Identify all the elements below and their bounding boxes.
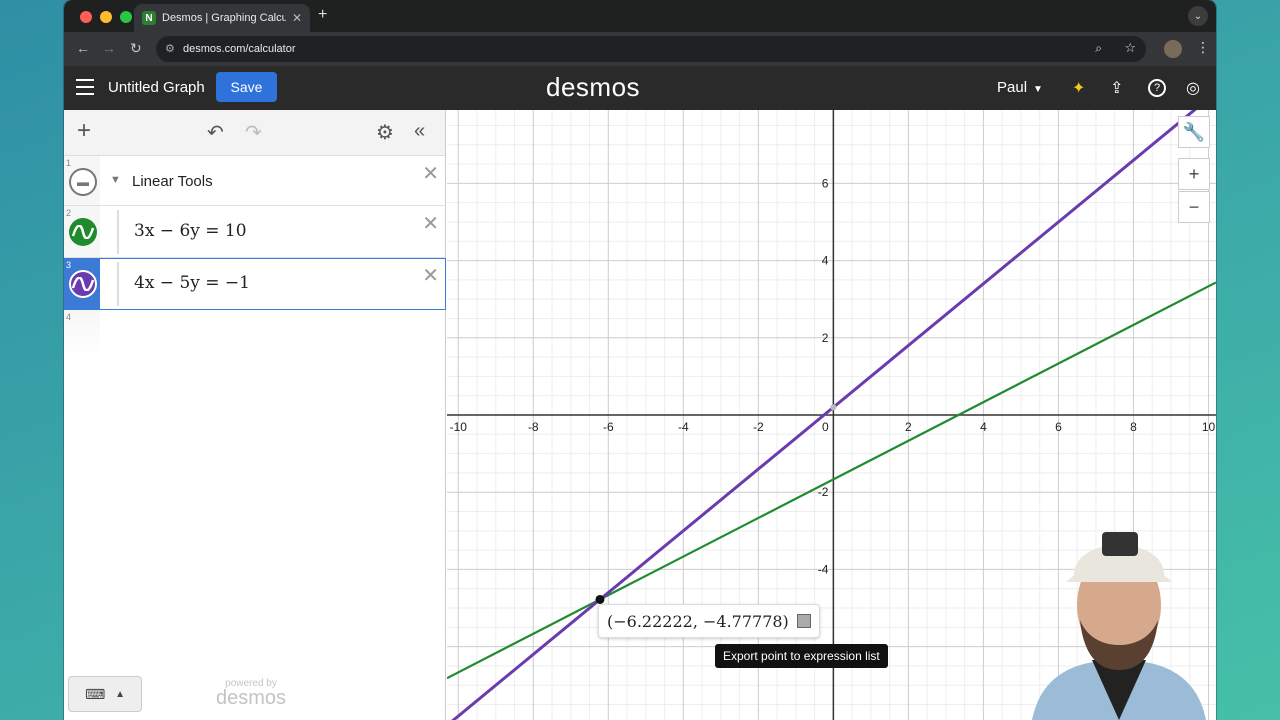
hamburger-menu-icon[interactable]	[76, 79, 94, 95]
expression-toolbar: + ↶ ↷ ⚙ «	[64, 110, 445, 156]
profile-avatar[interactable]	[1164, 40, 1182, 58]
globe-icon[interactable]: ◎	[1186, 78, 1200, 98]
point-coordinate-label[interactable]: (−6.22222, −4.77778)	[598, 604, 820, 638]
y-tick-label: 2	[822, 331, 829, 345]
x-tick-label: 0	[822, 420, 829, 434]
caret-up-icon: ▲	[115, 688, 126, 700]
graph-settings-wrench-icon[interactable]: 🔧	[1178, 116, 1210, 148]
wave-icon[interactable]	[69, 218, 97, 246]
x-tick-label: 8	[1130, 420, 1137, 434]
sparkle-icon[interactable]: ✦	[1072, 78, 1085, 98]
zoom-icon[interactable]: ⌕	[1095, 41, 1102, 56]
user-menu[interactable]: Paul ▼	[997, 79, 1043, 96]
export-tooltip: Export point to expression list	[715, 644, 888, 668]
caret-down-icon: ▼	[1033, 84, 1043, 95]
expression-row-3[interactable]: 3 4x − 5y = −1 ✕	[64, 258, 446, 310]
folder-title[interactable]: Linear Tools	[132, 173, 213, 190]
redo-icon[interactable]: ↷	[245, 120, 262, 145]
site-settings-icon[interactable]: ⚙	[165, 42, 175, 55]
powered-by-desmos[interactable]: powered by desmos	[216, 678, 286, 710]
origin-point	[830, 404, 837, 411]
y-tick-label: 6	[822, 176, 829, 190]
window-controls	[80, 11, 132, 23]
expression-row-empty[interactable]: 4	[64, 310, 446, 356]
browser-menu-icon[interactable]: ⋮	[1196, 39, 1210, 56]
x-tick-label: 10	[1202, 420, 1216, 434]
back-arrow-icon[interactable]: ←	[76, 40, 90, 56]
x-tick-label: -4	[678, 420, 689, 434]
folder-icon[interactable]: ▬	[69, 168, 97, 196]
close-tab-icon[interactable]: ✕	[292, 11, 302, 25]
close-window-button[interactable]	[80, 11, 92, 23]
x-tick-label: -10	[450, 420, 468, 434]
webcam-overlay	[1022, 510, 1216, 720]
graph-title[interactable]: Untitled Graph	[108, 79, 205, 96]
powered-by-brand: desmos	[216, 687, 287, 709]
maximize-window-button[interactable]	[120, 11, 132, 23]
row-number: 2	[66, 208, 72, 218]
bookmark-star-icon[interactable]: ☆	[1124, 40, 1136, 56]
settings-gear-icon[interactable]: ⚙	[376, 120, 394, 145]
desmos-header: Untitled Graph Save desmos Paul ▼ ✦ ⇪ ? ◎	[64, 66, 1216, 110]
desmos-favicon-icon: N	[142, 11, 156, 25]
tab-strip: N Desmos | Graphing Calculator ✕ + ⌄	[64, 0, 1216, 32]
browser-toolbar: ← → ↻ ⚙ desmos.com/calculator ⌕ ☆ ⋮	[64, 32, 1216, 66]
row-number: 4	[66, 312, 72, 322]
collapse-panel-icon[interactable]: «	[414, 120, 425, 143]
expression-row-2[interactable]: 2 3x − 6y = 10 ✕	[64, 206, 446, 258]
expression-math[interactable]: 3x − 6y = 10	[134, 221, 247, 241]
y-tick-label: -4	[818, 562, 829, 576]
y-tick-label: 4	[822, 254, 829, 268]
save-button[interactable]: Save	[216, 72, 277, 102]
row-number: 1	[66, 158, 72, 168]
delete-expression-icon[interactable]: ✕	[422, 161, 439, 186]
x-tick-label: 4	[980, 420, 987, 434]
forward-arrow-icon[interactable]: →	[102, 40, 116, 56]
x-tick-label: -8	[528, 420, 539, 434]
folder-indent-bar	[117, 210, 119, 254]
help-icon[interactable]: ?	[1148, 79, 1166, 97]
minimize-window-button[interactable]	[100, 11, 112, 23]
row-gutter: 4	[64, 310, 100, 356]
browser-tab[interactable]: N Desmos | Graphing Calculator ✕	[134, 4, 310, 32]
undo-icon[interactable]: ↶	[207, 120, 224, 145]
zoom-out-button[interactable]: −	[1178, 191, 1210, 223]
intersection-point	[595, 594, 605, 604]
wave-icon[interactable]	[69, 270, 97, 298]
desmos-logo: desmos	[546, 72, 641, 102]
x-tick-label: -6	[603, 420, 614, 434]
presenter-video	[1032, 532, 1206, 720]
add-item-icon[interactable]: +	[77, 117, 91, 145]
row-number: 3	[66, 260, 72, 270]
reload-icon[interactable]: ↻	[130, 40, 142, 57]
expression-panel: + ↶ ↷ ⚙ « 1 ▬ ▼ Linear Tools ✕ 2 3x − 6y…	[64, 110, 446, 720]
x-tick-label: -2	[753, 420, 764, 434]
x-tick-label: 6	[1055, 420, 1062, 434]
share-icon[interactable]: ⇪	[1110, 78, 1123, 98]
point-coordinates: (−6.22222, −4.77778)	[607, 611, 789, 631]
delete-expression-icon[interactable]: ✕	[422, 211, 439, 236]
export-point-icon[interactable]	[796, 614, 811, 628]
keyboard-icon: ⌨	[84, 685, 106, 702]
keypad-toggle-button[interactable]: ⌨ ▲	[68, 676, 142, 712]
expression-math[interactable]: 4x − 5y = −1	[134, 273, 250, 293]
url-text: desmos.com/calculator	[183, 43, 296, 55]
folder-caret-down-icon[interactable]: ▼	[110, 174, 121, 186]
x-tick-label: 2	[905, 420, 912, 434]
new-tab-icon[interactable]: +	[318, 6, 327, 24]
delete-expression-icon[interactable]: ✕	[422, 263, 439, 288]
tab-search-chevron-icon[interactable]: ⌄	[1188, 6, 1208, 26]
tab-title: Desmos | Graphing Calculator	[162, 12, 286, 24]
expression-row-folder[interactable]: 1 ▬ ▼ Linear Tools ✕	[64, 156, 446, 206]
address-bar[interactable]: ⚙ desmos.com/calculator ⌕ ☆	[156, 36, 1146, 62]
user-name: Paul	[997, 79, 1028, 96]
folder-indent-bar	[117, 262, 119, 306]
zoom-in-button[interactable]: +	[1178, 158, 1210, 190]
